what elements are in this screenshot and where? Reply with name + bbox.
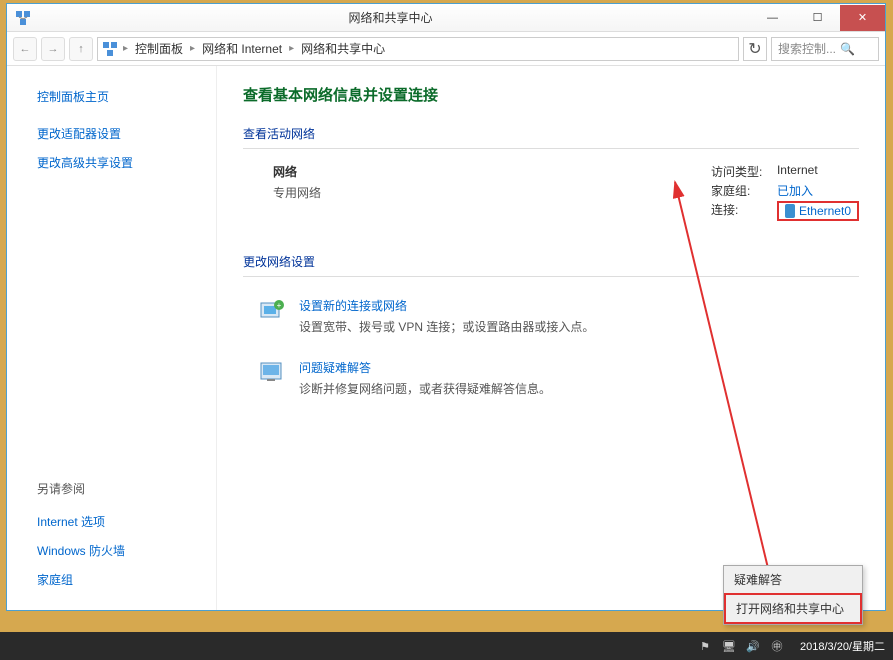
tray-network-icon[interactable]: 🖥 [722, 639, 736, 653]
troubleshoot-desc: 诊断并修复网络问题，或者获得疑难解答信息。 [299, 380, 551, 397]
homegroup-link[interactable]: 已加入 [777, 182, 813, 199]
network-details: 访问类型: Internet 家庭组: 已加入 连接: Ethernet0 [711, 163, 859, 223]
up-button[interactable]: ↑ [69, 37, 93, 61]
tray-volume-icon[interactable]: 🔊 [746, 639, 760, 653]
ctx-troubleshoot[interactable]: 疑难解答 [724, 566, 862, 593]
tray-ime-icon[interactable]: ㊥ [770, 639, 784, 653]
connection-value: Ethernet0 [799, 204, 851, 218]
chevron-right-icon: ▸ [187, 43, 198, 54]
close-button[interactable]: ✕ [840, 5, 885, 31]
breadcrumb-item[interactable]: 控制面板 [133, 40, 185, 57]
tray-flag-icon[interactable]: ⚑ [698, 639, 712, 653]
main-panel: 查看基本网络信息并设置连接 查看活动网络 网络 专用网络 访问类型: Inter… [217, 66, 885, 610]
active-network-heading: 查看活动网络 [243, 125, 859, 142]
setup-connection-desc: 设置宽带、拨号或 VPN 连接；或设置路由器或接入点。 [299, 318, 594, 335]
change-settings-heading: 更改网络设置 [243, 253, 859, 270]
troubleshoot-item: 问题疑难解答 诊断并修复网络问题，或者获得疑难解答信息。 [243, 353, 859, 415]
see-also-firewall[interactable]: Windows 防火墙 [19, 536, 204, 565]
see-also-homegroup[interactable]: 家庭组 [19, 565, 204, 594]
troubleshoot-icon [259, 359, 287, 387]
breadcrumb-icon [102, 41, 118, 57]
access-type-value: Internet [777, 163, 818, 180]
setup-connection-link[interactable]: 设置新的连接或网络 [299, 297, 594, 314]
back-button[interactable]: ← [13, 37, 37, 61]
chevron-right-icon: ▸ [120, 43, 131, 54]
taskbar-clock[interactable]: 2018/3/20/星期二 [794, 638, 885, 654]
chevron-right-icon: ▸ [286, 43, 297, 54]
search-icon: 🔍 [840, 42, 855, 56]
divider [243, 148, 859, 149]
titlebar: 网络和共享中心 — ☐ ✕ [7, 4, 885, 32]
sidebar-link-sharing[interactable]: 更改高级共享设置 [19, 148, 204, 177]
troubleshoot-link[interactable]: 问题疑难解答 [299, 359, 551, 376]
svg-text:+: + [277, 301, 282, 310]
search-placeholder: 搜索控制... [778, 40, 836, 57]
app-icon [15, 10, 31, 26]
maximize-button[interactable]: ☐ [795, 5, 840, 31]
connection-label: 连接: [711, 201, 771, 221]
ctx-open-network-center[interactable]: 打开网络和共享中心 [724, 593, 862, 624]
setup-connection-icon: + [259, 297, 287, 325]
breadcrumb-item[interactable]: 网络和共享中心 [299, 40, 387, 57]
sidebar: 控制面板主页 更改适配器设置 更改高级共享设置 另请参阅 Internet 选项… [7, 66, 217, 610]
network-identity: 网络 专用网络 [273, 163, 321, 223]
network-type: 专用网络 [273, 184, 321, 201]
see-also-internet-options[interactable]: Internet 选项 [19, 507, 204, 536]
homegroup-label: 家庭组: [711, 182, 771, 199]
see-also-heading: 另请参阅 [19, 474, 204, 507]
content-area: 控制面板主页 更改适配器设置 更改高级共享设置 另请参阅 Internet 选项… [7, 66, 885, 610]
page-title: 查看基本网络信息并设置连接 [243, 84, 859, 105]
control-panel-home-link[interactable]: 控制面板主页 [19, 82, 204, 119]
breadcrumb-item[interactable]: 网络和 Internet [200, 40, 284, 57]
breadcrumb[interactable]: ▸ 控制面板 ▸ 网络和 Internet ▸ 网络和共享中心 [97, 37, 739, 61]
tray-context-menu: 疑难解答 打开网络和共享中心 [723, 565, 863, 625]
navbar: ← → ↑ ▸ 控制面板 ▸ 网络和 Internet ▸ 网络和共享中心 ↻ … [7, 32, 885, 66]
window-title: 网络和共享中心 [31, 9, 750, 26]
forward-button[interactable]: → [41, 37, 65, 61]
divider [243, 276, 859, 277]
window-controls: — ☐ ✕ [750, 5, 885, 31]
ethernet-icon [785, 204, 795, 218]
network-name: 网络 [273, 163, 321, 180]
refresh-button[interactable]: ↻ [743, 37, 767, 61]
setup-connection-item: + 设置新的连接或网络 设置宽带、拨号或 VPN 连接；或设置路由器或接入点。 [243, 291, 859, 353]
network-center-window: 网络和共享中心 — ☐ ✕ ← → ↑ ▸ 控制面板 ▸ 网络和 Interne… [6, 3, 886, 611]
active-network-block: 网络 专用网络 访问类型: Internet 家庭组: 已加入 连接: [243, 163, 859, 223]
connection-link-highlighted[interactable]: Ethernet0 [777, 201, 859, 221]
sidebar-link-adapter[interactable]: 更改适配器设置 [19, 119, 204, 148]
search-input[interactable]: 搜索控制... 🔍 [771, 37, 879, 61]
minimize-button[interactable]: — [750, 5, 795, 31]
taskbar: ⚑ 🖥 🔊 ㊥ 2018/3/20/星期二 [0, 632, 893, 660]
access-type-label: 访问类型: [711, 163, 771, 180]
